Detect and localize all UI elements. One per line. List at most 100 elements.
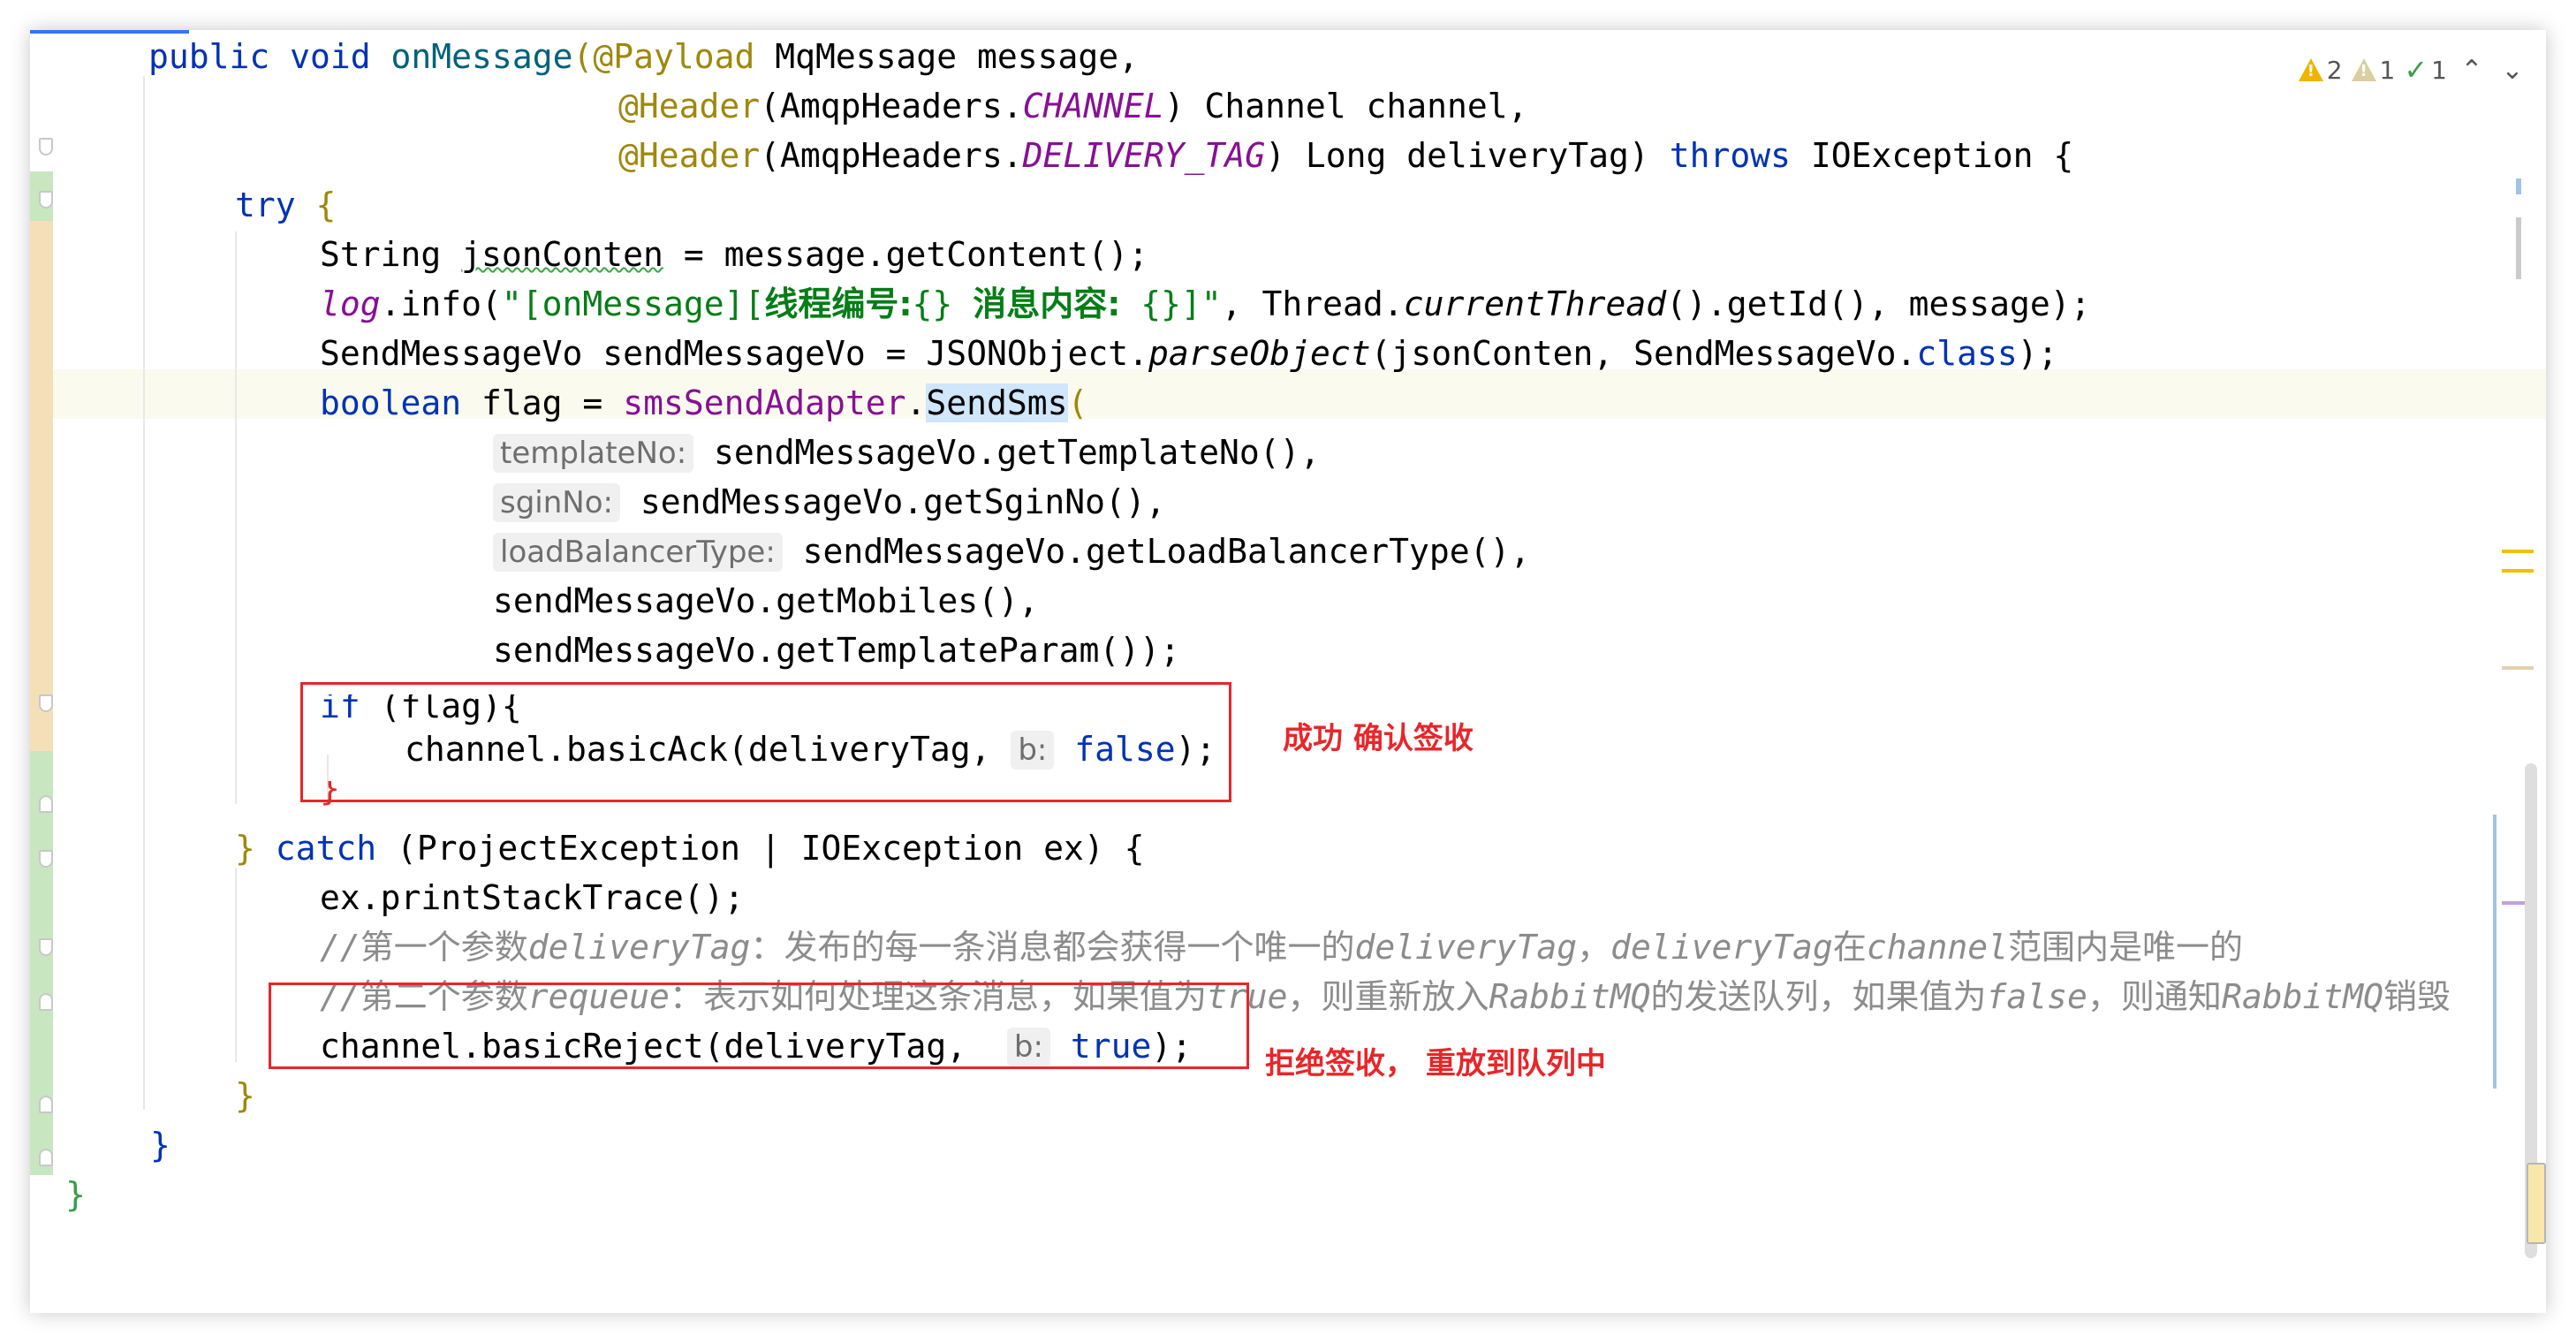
- ack-highlight-box: [300, 682, 1231, 802]
- code-line-19-comment[interactable]: //第一个参数deliveryTag：发布的每一条消息都会获得一个唯一的deli…: [320, 922, 2243, 972]
- paren: (: [1067, 383, 1088, 422]
- selected-identifier[interactable]: SendSms: [926, 383, 1068, 422]
- brace: }: [150, 1126, 170, 1165]
- code-line-9[interactable]: templateNo: sendMessageVo.getTemplateNo(…: [493, 428, 1320, 477]
- code-line-8[interactable]: boolean flag = smsSendAdapter.SendSms(: [320, 378, 1087, 428]
- typo-check-icon: ✓: [2404, 53, 2428, 87]
- comment-part: deliveryTag: [1354, 928, 1578, 967]
- keyword: boolean: [320, 383, 462, 422]
- code-text: sendMessageVo.getMobiles(),: [493, 581, 1039, 620]
- code-line-22[interactable]: }: [235, 1071, 255, 1120]
- weak-warnings-counter[interactable]: 1: [2351, 55, 2396, 85]
- code-text: SendMessageVo sendMessageVo = JSONObject…: [320, 334, 1148, 373]
- string-part: {}: [912, 285, 974, 323]
- reject-annotation: 拒绝签收， 重放到队列中: [1265, 1046, 1606, 1081]
- typos-counter[interactable]: ✓ 1: [2404, 53, 2447, 87]
- code-line-7[interactable]: SendMessageVo sendMessageVo = JSONObject…: [320, 329, 2058, 378]
- minimap-thumb[interactable]: [2527, 1163, 2546, 1244]
- fold-icon[interactable]: [39, 1149, 53, 1166]
- code-text: (ProjectException | IOException ex) {: [376, 829, 1145, 868]
- code-line-3[interactable]: @Header(AmqpHeaders.DELIVERY_TAG) Long d…: [618, 131, 2073, 180]
- code-line-10[interactable]: sginNo: sendMessageVo.getSginNo(),: [493, 477, 1166, 527]
- chevron-down-icon[interactable]: ⌄: [2496, 55, 2528, 86]
- code-line-17[interactable]: } catch (ProjectException | IOException …: [235, 823, 1145, 873]
- code-line-18[interactable]: ex.printStackTrace();: [320, 873, 744, 922]
- static-method: parseObject: [1148, 334, 1371, 373]
- chevron-up-icon[interactable]: ⌃: [2456, 55, 2488, 86]
- constant: DELIVERY_TAG: [1022, 136, 1266, 175]
- indent-guide: [235, 231, 237, 804]
- fold-icon[interactable]: [39, 850, 53, 868]
- code-line-13[interactable]: sendMessageVo.getTemplateParam());: [493, 626, 1180, 675]
- fold-icon[interactable]: [39, 795, 53, 813]
- keyword: throws: [1669, 136, 1791, 175]
- fold-icon[interactable]: [39, 191, 53, 209]
- code-line-11[interactable]: loadBalancerType: sendMessageVo.getLoadB…: [493, 527, 1530, 576]
- weak-warnings-count: 1: [2379, 55, 2396, 85]
- code-editor[interactable]: public void onMessage ( @Payload MqMessage…: [30, 30, 2546, 1313]
- selection-stripe: [2493, 815, 2496, 1089]
- parameter-hint: sginNo:: [493, 483, 620, 522]
- keyword: try: [235, 186, 296, 224]
- code-text: (AmqpHeaders.: [760, 136, 1023, 175]
- keyword: class: [1916, 334, 2018, 373]
- stripe-mark[interactable]: [2516, 217, 2521, 279]
- code-text: ().getId(), message);: [1666, 285, 2091, 323]
- comment-part: 第一个参数: [360, 928, 528, 967]
- warnings-counter[interactable]: 2: [2298, 55, 2343, 85]
- method-name: onMessage: [390, 37, 573, 76]
- code-line-1[interactable]: public void onMessage(@Payload MqMessage…: [148, 32, 1139, 81]
- warnings-count: 2: [2326, 55, 2343, 85]
- stripe-mark[interactable]: [2516, 178, 2521, 194]
- typo-variable: jsonConten: [461, 235, 663, 274]
- comment-part: RabbitMQ: [1489, 977, 1651, 1016]
- weak-warning-icon: [2351, 58, 2376, 81]
- static-method: currentThread: [1403, 285, 1667, 323]
- code-line-24[interactable]: }: [65, 1170, 86, 1219]
- comment-part: //: [320, 928, 360, 967]
- code-text: MqMessage message,: [754, 37, 1140, 76]
- code-line-2[interactable]: @Header(AmqpHeaders.CHANNEL) Channel cha…: [618, 81, 1528, 131]
- indent-guide: [235, 868, 237, 1062]
- comment-part: ，则重新放入: [1287, 977, 1489, 1016]
- field: smsSendAdapter: [623, 383, 906, 422]
- constant: CHANNEL: [1022, 87, 1164, 125]
- fold-icon[interactable]: [39, 938, 53, 956]
- warning-stripe-mark[interactable]: [2502, 550, 2534, 553]
- fold-icon[interactable]: [39, 1096, 53, 1113]
- indent-guide: [143, 76, 145, 1110]
- comment-part: 的发送队列，如果值为: [1650, 977, 1987, 1016]
- keyword: public void: [148, 37, 391, 76]
- code-text: (jsonConten, SendMessageVo.: [1370, 334, 1917, 373]
- comment-part: 销毁: [2383, 977, 2451, 1016]
- code-text: sendMessageVo.getSginNo(),: [619, 482, 1166, 521]
- screenshot-page: public void onMessage ( @Payload MqMessage…: [0, 0, 2576, 1343]
- code-text: .: [905, 383, 927, 422]
- string-part: "[onMessage][: [501, 285, 765, 323]
- code-text: flag =: [461, 383, 624, 422]
- modified-stripe-mark[interactable]: [2502, 666, 2534, 670]
- code-text: String: [320, 235, 462, 274]
- code-text: ex.printStackTrace();: [320, 878, 745, 917]
- code-line-23[interactable]: }: [150, 1120, 170, 1170]
- fold-icon[interactable]: [39, 993, 53, 1011]
- fold-icon[interactable]: [39, 694, 53, 712]
- code-line-5[interactable]: String jsonConten = message.getContent()…: [320, 230, 1148, 279]
- keyword: catch: [275, 829, 377, 868]
- warning-stripe-mark[interactable]: [2502, 569, 2534, 573]
- parameter-hint: loadBalancerType:: [493, 533, 783, 572]
- code-line-4[interactable]: try {: [235, 180, 336, 230]
- code-line-12[interactable]: sendMessageVo.getMobiles(),: [493, 576, 1039, 626]
- brace: }: [235, 1076, 255, 1115]
- annotation: @Payload: [593, 37, 755, 76]
- parameter-hint: templateNo:: [493, 434, 694, 473]
- comment-part: ，: [1577, 928, 1611, 967]
- code-text: ) Long deliveryTag): [1265, 136, 1670, 175]
- brace: }: [65, 1175, 86, 1214]
- inspections-widget[interactable]: 2 1 ✓ 1 ⌃ ⌄: [2298, 48, 2528, 92]
- ack-annotation: 成功 确认签收: [1283, 721, 1474, 756]
- code-text: sendMessageVo.getTemplateParam());: [493, 631, 1180, 670]
- code-line-6[interactable]: log.info("[onMessage][线程编号:{} 消息内容: {}]"…: [320, 279, 2091, 329]
- code-text: .info(: [380, 285, 502, 323]
- fold-icon[interactable]: [39, 138, 53, 156]
